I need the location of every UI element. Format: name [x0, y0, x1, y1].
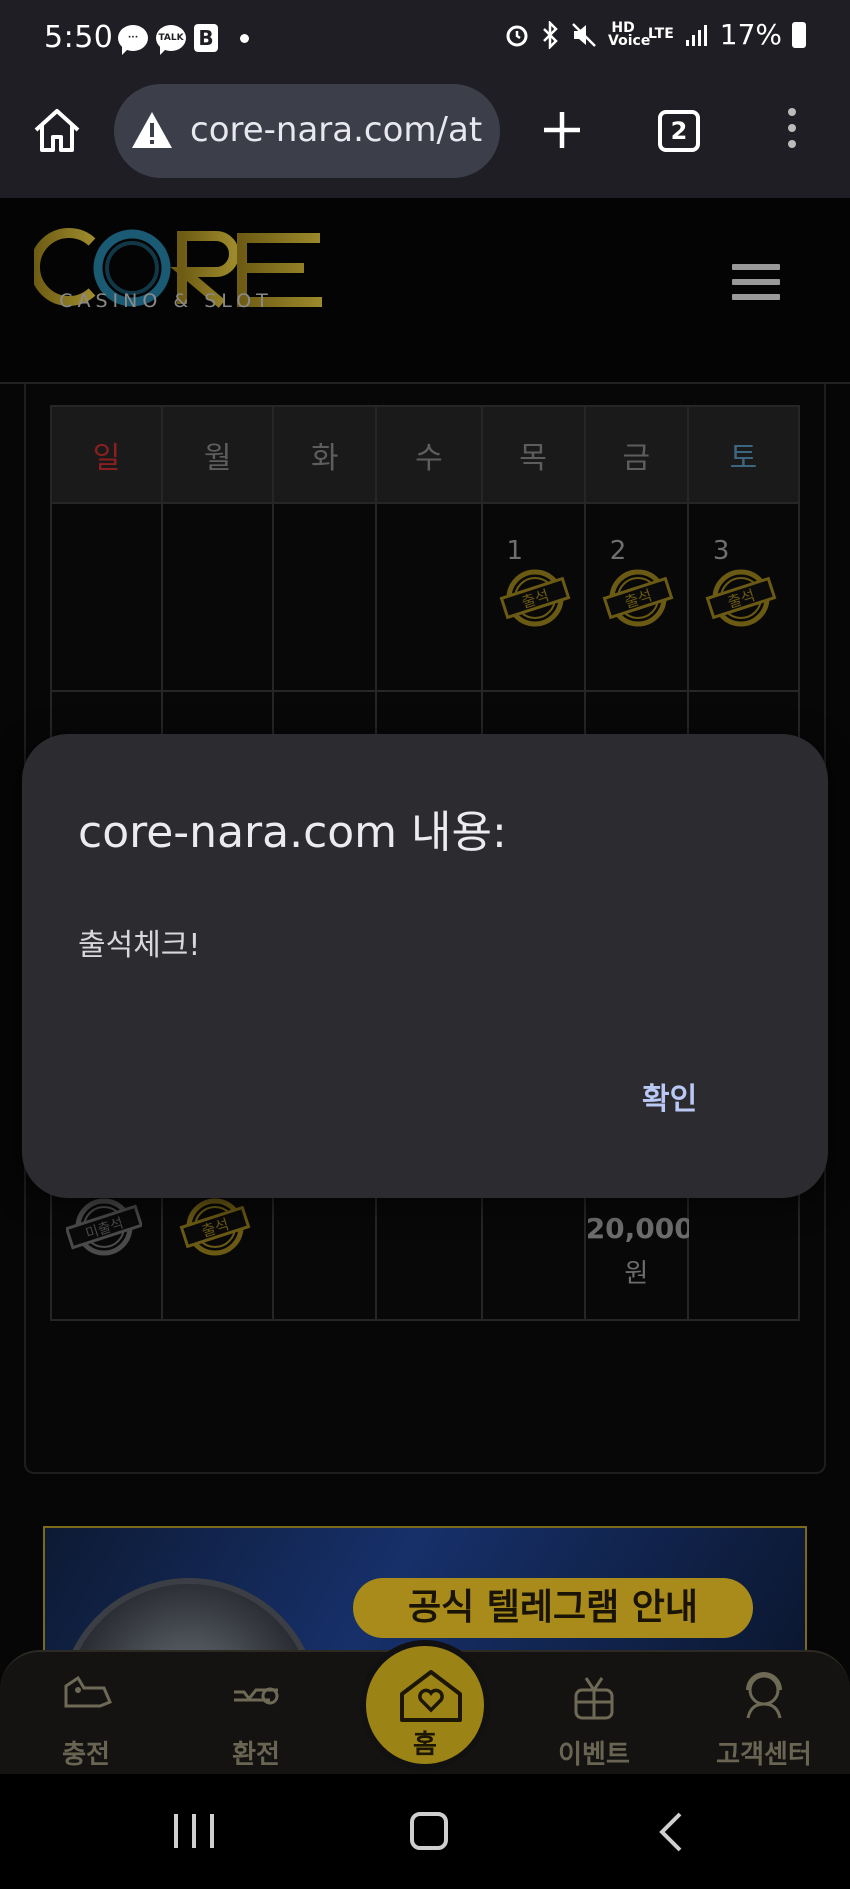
ok-button[interactable]: 확인 — [642, 1074, 697, 1118]
calendar-day — [161, 502, 275, 692]
url-text[interactable]: core-nara.com/at — [190, 110, 482, 150]
home-heart-icon — [400, 1670, 462, 1722]
weekday-sun: 일 — [49, 405, 164, 504]
calendar-week-row: 1 출석 2 출석 3 출석 — [49, 502, 801, 692]
banner-text: 공식 텔레그램 안내 — [353, 1578, 753, 1638]
weekday-sat: 토 — [686, 405, 801, 504]
weekday-tue: 화 — [272, 405, 378, 504]
mute-icon — [572, 22, 596, 47]
dialog-title: core-nara.com 내용: — [78, 807, 507, 858]
nav-charge-label: 충전 — [62, 1740, 110, 1770]
nav-event-label: 이벤트 — [558, 1740, 630, 1770]
nav-home-label: 홈 — [413, 1730, 437, 1760]
tab-switcher-button[interactable]: 2 — [658, 110, 700, 152]
recent-apps-icon[interactable] — [174, 1814, 214, 1848]
dialog-message: 출석체크! — [78, 928, 201, 963]
nav-home-button[interactable]: 홈 — [360, 1640, 490, 1770]
calendar-day[interactable]: 2 출석 — [583, 502, 689, 692]
home-icon[interactable] — [30, 104, 84, 158]
nav-support-label: 고객센터 — [716, 1740, 812, 1770]
core-logo[interactable] — [34, 228, 324, 348]
exchange-icon — [234, 1687, 279, 1705]
weekday-header-row: 일 월 화 수 목 금 토 — [49, 405, 801, 504]
weekday-wed: 수 — [375, 405, 483, 504]
hamburger-menu-icon[interactable] — [732, 264, 780, 304]
point-unit: 원 — [624, 1259, 649, 1289]
b-app-icon: B — [194, 24, 218, 52]
nav-event[interactable]: 이벤트 — [534, 1666, 654, 1771]
android-navigation-bar — [0, 1774, 850, 1889]
nav-exchange-label: 환전 — [232, 1740, 280, 1770]
calendar-day — [272, 502, 378, 692]
attend-stamp-icon: 출석 — [602, 569, 674, 627]
absent-stamp-icon: 미출석 — [66, 1198, 142, 1256]
lte-icon: LTE — [648, 26, 674, 42]
address-bar[interactable]: core-nara.com/at — [114, 84, 500, 178]
new-tab-plus-icon[interactable] — [536, 104, 588, 156]
calendar-day[interactable]: 1 출석 — [480, 502, 586, 692]
browser-menu-icon[interactable] — [784, 108, 800, 156]
system-icons: HD Voice LTE 17% — [504, 18, 806, 51]
notification-icons: ··· TALK B — [118, 24, 249, 55]
browser-toolbar: core-nara.com/at 2 — [0, 80, 850, 198]
alert-dialog: core-nara.com 내용: 출석체크! 확인 — [22, 734, 828, 1198]
battery-icon — [792, 21, 806, 48]
nav-support[interactable]: 고객센터 — [704, 1666, 824, 1771]
back-icon[interactable] — [652, 1810, 692, 1854]
battery-percent: 17% — [719, 18, 782, 51]
nav-charge[interactable]: 충전 — [26, 1666, 146, 1771]
weekday-fri: 금 — [583, 405, 689, 504]
message-icon: ··· — [118, 25, 148, 55]
status-bar: 5:50 ··· TALK B HD Voice LTE 17% — [0, 0, 850, 80]
charge-icon — [64, 1675, 112, 1708]
alarm-icon — [506, 25, 528, 46]
warning-icon[interactable] — [130, 108, 174, 152]
attend-stamp-icon: 출석 — [179, 1198, 251, 1256]
headset-icon — [746, 1672, 782, 1719]
attend-stamp-icon: 출석 — [705, 569, 777, 627]
calendar-day[interactable]: 3 출석 — [686, 502, 801, 692]
day-number: 2 — [609, 536, 627, 566]
point-amount: 20,000 — [585, 1212, 694, 1245]
android-home-icon[interactable] — [410, 1812, 448, 1850]
logo-subtitle: CASINO & SLOT — [59, 290, 273, 312]
kakaotalk-icon: TALK — [156, 25, 186, 55]
status-time: 5:50 — [44, 20, 114, 55]
gift-icon — [574, 1677, 614, 1720]
day-number: 3 — [712, 536, 730, 566]
weekday-mon: 월 — [161, 405, 275, 504]
calendar-day — [375, 502, 483, 692]
calendar-day — [49, 502, 164, 692]
nav-exchange[interactable]: 환전 — [196, 1666, 316, 1771]
weekday-thu: 목 — [480, 405, 586, 504]
site-header: CASINO & SLOT — [0, 198, 850, 384]
bluetooth-icon — [543, 20, 558, 49]
signal-icon — [685, 24, 707, 46]
more-notifications-dot-icon — [240, 33, 249, 43]
day-number: 1 — [506, 536, 524, 566]
hd-voice-icon: HD Voice — [608, 19, 651, 49]
screen: 5:50 ··· TALK B HD Voice LTE 17% core-na… — [0, 0, 850, 1889]
attend-stamp-icon: 출석 — [499, 569, 570, 627]
